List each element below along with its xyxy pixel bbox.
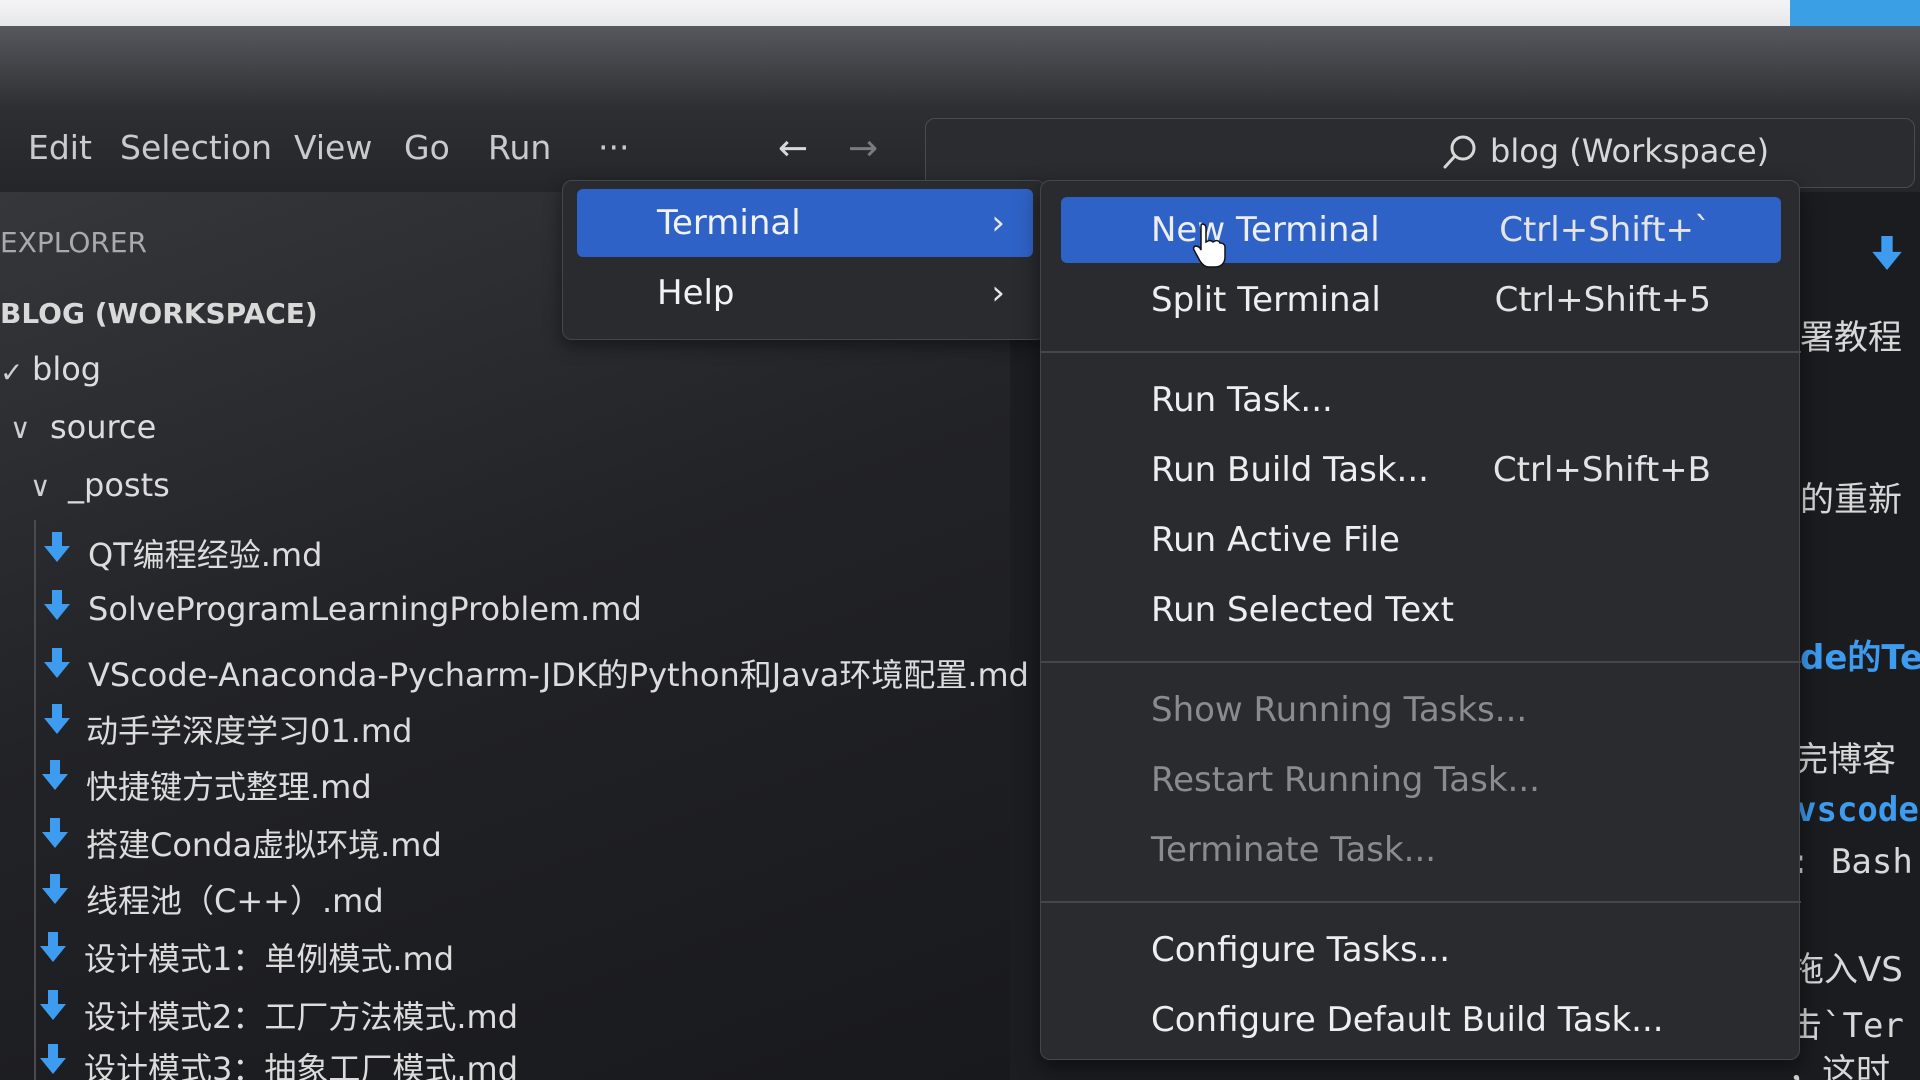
menu-item-split-terminal[interactable]: Split Terminal Ctrl+Shift+5 xyxy=(1061,267,1781,333)
menu-item-run-build-task[interactable]: Run Build Task... Ctrl+Shift+B xyxy=(1061,437,1781,503)
more-menu-button[interactable]: ··· xyxy=(598,128,629,167)
markdown-icon xyxy=(42,760,68,790)
menu-item-label: Run Task... xyxy=(1151,380,1333,420)
menu-item-label: Configure Tasks... xyxy=(1151,930,1451,970)
hand-cursor-icon xyxy=(1192,223,1226,268)
editor-text: 的重新 xyxy=(1800,480,1902,520)
menu-go[interactable]: Go xyxy=(404,128,450,167)
menu-item-configure-tasks[interactable]: Configure Tasks... xyxy=(1061,917,1781,983)
folder-source[interactable]: source xyxy=(50,408,156,446)
markdown-icon xyxy=(44,648,70,678)
menu-separator xyxy=(1041,661,1801,663)
markdown-icon xyxy=(1872,236,1902,270)
list-item[interactable]: 搭建Conda虚拟环境.md xyxy=(86,820,442,866)
more-menu-dropdown: Terminal › Help › xyxy=(562,180,1046,340)
markdown-icon xyxy=(40,1044,66,1074)
editor-text: vscode xyxy=(1796,790,1919,830)
menu-item-label: Terminal xyxy=(657,203,801,243)
shortcut-label: Ctrl+Shift+5 xyxy=(1494,280,1711,320)
menu-item-label: Restart Running Task... xyxy=(1151,760,1540,800)
search-text: blog (Workspace) xyxy=(1490,132,1770,170)
editor-text: ，这时 xyxy=(1788,1052,1890,1080)
arrow-left-icon[interactable]: ← xyxy=(778,128,808,169)
menu-item-run-active-file[interactable]: Run Active File xyxy=(1061,507,1781,573)
list-item[interactable]: VScode-Anaconda-Pycharm-JDK的Python和Java环… xyxy=(88,650,1029,696)
folder-posts[interactable]: _posts xyxy=(68,466,170,504)
markdown-icon xyxy=(44,704,70,734)
chevron-down-icon[interactable]: ∨ xyxy=(10,412,31,445)
list-item[interactable]: 设计模式1：单例模式.md xyxy=(84,934,454,980)
menu-selection[interactable]: Selection xyxy=(120,128,272,167)
screen-bezel xyxy=(0,0,1920,26)
chevron-right-icon: › xyxy=(991,273,1005,313)
editor-text: : Bash xyxy=(1790,842,1913,882)
menu-item-label: Show Running Tasks... xyxy=(1151,690,1528,730)
menu-item-restart-running-task[interactable]: Restart Running Task... xyxy=(1061,747,1781,813)
menu-item-label: Help xyxy=(657,273,735,313)
editor-text: de的Ter xyxy=(1800,638,1920,678)
menu-item-new-terminal[interactable]: New Terminal Ctrl+Shift+` xyxy=(1061,197,1781,263)
explorer-title: EXPLORER xyxy=(0,226,147,259)
terminal-submenu: New Terminal Ctrl+Shift+` Split Terminal… xyxy=(1040,180,1801,1060)
menu-item-label: New Terminal xyxy=(1151,210,1380,250)
markdown-icon xyxy=(42,818,68,848)
editor-text: 击`Ter xyxy=(1788,1006,1904,1046)
shortcut-label: Ctrl+Shift+` xyxy=(1499,210,1711,250)
list-item[interactable]: SolveProgramLearningProblem.md xyxy=(88,590,642,628)
folder-blog[interactable]: blog xyxy=(32,350,101,388)
chevron-down-icon[interactable]: ✓ xyxy=(0,356,23,389)
tree-indent-guide xyxy=(34,520,36,1080)
bezel-accent xyxy=(1790,0,1920,26)
title-bar xyxy=(0,26,1920,106)
editor-text: 署教程 xyxy=(1800,318,1902,358)
markdown-icon xyxy=(42,874,68,904)
menu-item-label: Run Selected Text xyxy=(1151,590,1454,630)
markdown-icon xyxy=(44,590,70,620)
editor-text: 拖入VS xyxy=(1790,950,1903,990)
list-item[interactable]: 快捷键方式整理.md xyxy=(86,762,372,808)
menu-item-label: Configure Default Build Task... xyxy=(1151,1000,1664,1040)
menu-item-label: Run Build Task... xyxy=(1151,450,1429,490)
menu-run[interactable]: Run xyxy=(488,128,551,167)
menu-separator xyxy=(1041,901,1801,903)
list-item[interactable]: QT编程经验.md xyxy=(88,530,322,576)
markdown-icon xyxy=(40,932,66,962)
menu-item-show-running-tasks[interactable]: Show Running Tasks... xyxy=(1061,677,1781,743)
markdown-icon xyxy=(44,532,70,562)
list-item[interactable]: 线程池（C++）.md xyxy=(86,876,384,922)
menu-edit[interactable]: Edit xyxy=(28,128,92,167)
menu-separator xyxy=(1041,351,1801,353)
editor-text: 完博客 xyxy=(1794,740,1896,780)
list-item[interactable]: 设计模式2：工厂方法模式.md xyxy=(84,992,518,1038)
menu-view[interactable]: View xyxy=(294,128,372,167)
chevron-down-icon[interactable]: ∨ xyxy=(30,470,51,503)
markdown-icon xyxy=(40,990,66,1020)
search-icon xyxy=(1443,135,1476,169)
chevron-right-icon: › xyxy=(991,203,1005,243)
menu-item-terminal[interactable]: Terminal › xyxy=(577,189,1033,257)
menu-item-help[interactable]: Help › xyxy=(577,259,1033,327)
menu-item-label: Run Active File xyxy=(1151,520,1400,560)
workspace-title[interactable]: BLOG (WORKSPACE) xyxy=(0,297,318,330)
list-item[interactable]: 设计模式3：抽象工厂模式.md xyxy=(84,1044,518,1080)
menu-item-run-task[interactable]: Run Task... xyxy=(1061,367,1781,433)
arrow-right-icon[interactable]: → xyxy=(848,128,878,169)
shortcut-label: Ctrl+Shift+B xyxy=(1492,450,1711,490)
list-item[interactable]: 动手学深度学习01.md xyxy=(86,706,412,752)
menu-item-configure-default-build-task[interactable]: Configure Default Build Task... xyxy=(1061,987,1781,1053)
menu-item-label: Split Terminal xyxy=(1151,280,1381,320)
menu-item-terminate-task[interactable]: Terminate Task... xyxy=(1061,817,1781,883)
menu-item-label: Terminate Task... xyxy=(1151,830,1437,870)
menu-item-run-selected-text[interactable]: Run Selected Text xyxy=(1061,577,1781,643)
